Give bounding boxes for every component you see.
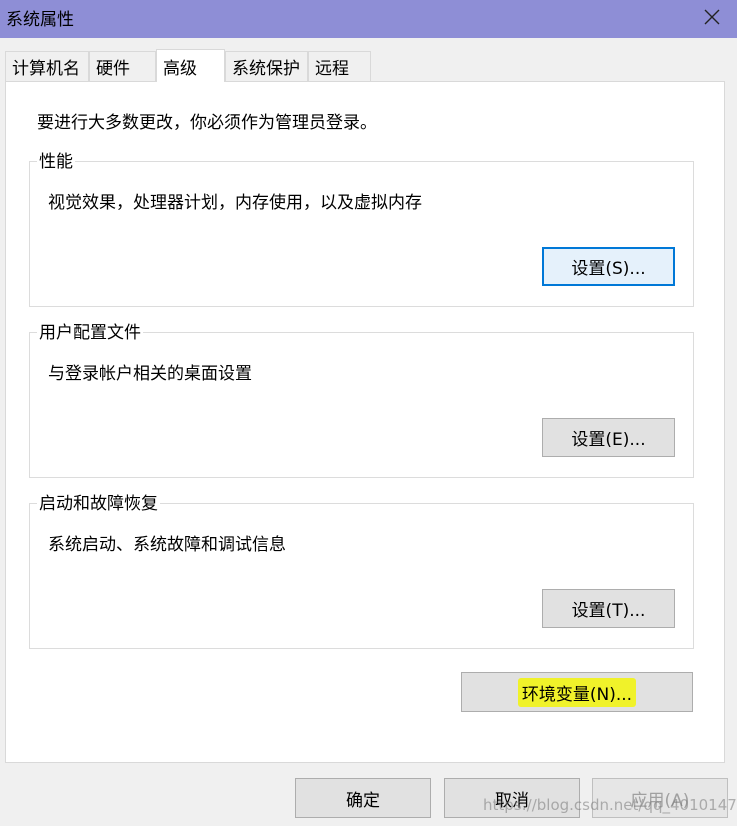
tab-strip: 计算机名 硬件 高级 系统保护 远程 (5, 49, 735, 82)
performance-settings-button[interactable]: 设置(S)... (542, 247, 675, 286)
tab-remote[interactable]: 远程 (308, 51, 371, 81)
user-profile-settings-button[interactable]: 设置(E)... (542, 418, 675, 457)
startup-recovery-settings-button[interactable]: 设置(T)... (542, 589, 675, 628)
admin-notice: 要进行大多数更改，你必须作为管理员登录。 (37, 113, 377, 133)
watermark: https://blog.csdn.net/qq_40101479 (483, 796, 737, 814)
tab-advanced[interactable]: 高级 (156, 49, 225, 82)
tab-hardware[interactable]: 硬件 (89, 51, 156, 81)
tab-system-protection[interactable]: 系统保护 (225, 51, 308, 81)
close-icon (704, 9, 720, 25)
title-bar: 系统属性 (0, 0, 737, 38)
performance-desc: 视觉效果，处理器计划，内存使用，以及虚拟内存 (48, 193, 422, 213)
performance-legend: 性能 (37, 152, 75, 172)
user-profile-group: 用户配置文件 与登录帐户相关的桌面设置 设置(E)... (29, 323, 694, 478)
environment-variables-label: 环境变量(N)... (517, 677, 637, 707)
performance-group: 性能 视觉效果，处理器计划，内存使用，以及虚拟内存 设置(S)... (29, 152, 694, 307)
close-button[interactable] (695, 2, 729, 32)
user-profile-desc: 与登录帐户相关的桌面设置 (48, 364, 252, 384)
window-title: 系统属性 (6, 10, 74, 30)
ok-button[interactable]: 确定 (295, 778, 431, 818)
user-profile-legend: 用户配置文件 (37, 323, 143, 343)
environment-variables-button[interactable]: 环境变量(N)... (461, 672, 693, 712)
tab-computer-name[interactable]: 计算机名 (5, 51, 89, 81)
startup-recovery-desc: 系统启动、系统故障和调试信息 (48, 535, 286, 555)
startup-recovery-legend: 启动和故障恢复 (37, 494, 160, 514)
startup-recovery-group: 启动和故障恢复 系统启动、系统故障和调试信息 设置(T)... (29, 494, 694, 649)
